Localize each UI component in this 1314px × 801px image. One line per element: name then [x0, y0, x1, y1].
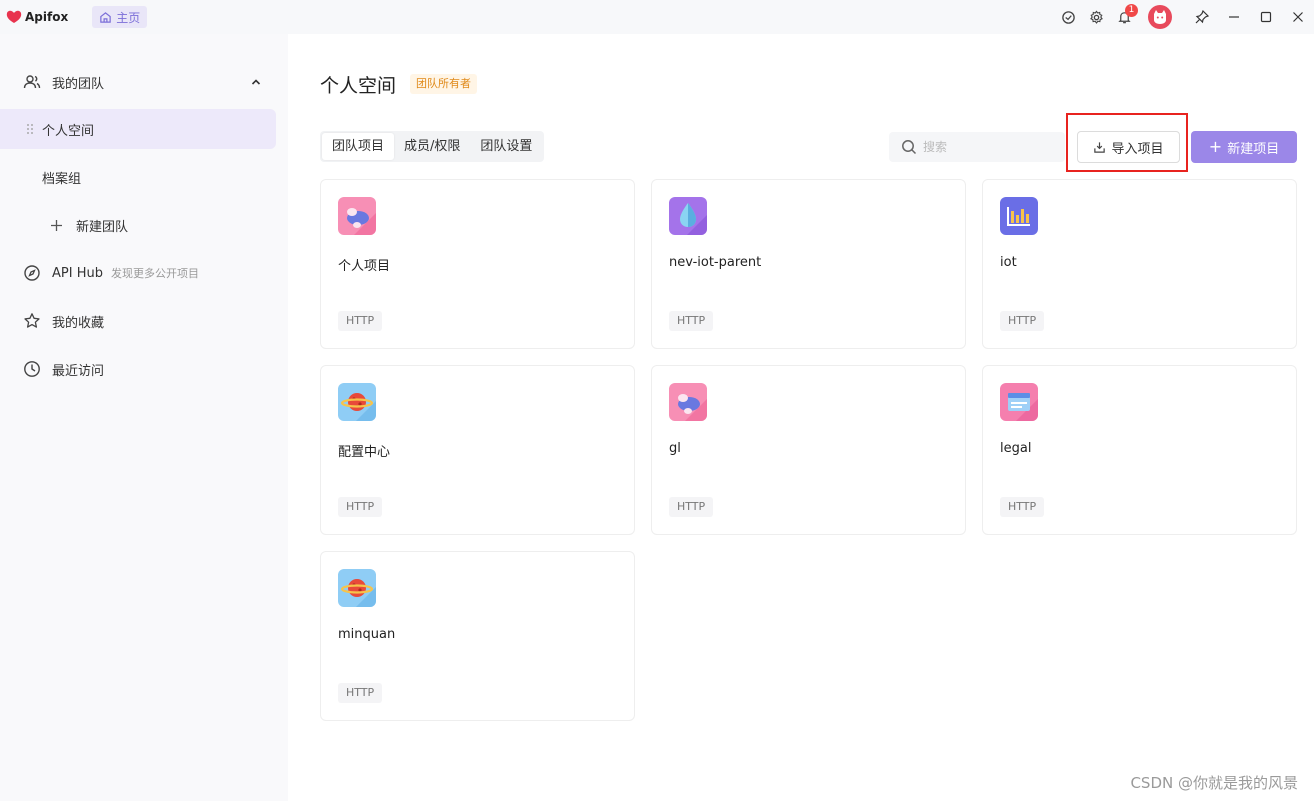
project-card[interactable]: 配置中心 HTTP [320, 365, 635, 535]
avatar[interactable] [1148, 5, 1172, 29]
new-button-label: 新建项目 [1227, 141, 1280, 157]
minimize-button[interactable] [1218, 0, 1250, 34]
sidebar-item-personal-space[interactable]: 个人空间 [0, 109, 276, 149]
gear-icon [1089, 9, 1103, 24]
planet-icon [338, 383, 376, 421]
sidebar-item-label: API Hub [52, 265, 103, 281]
sync-icon [1061, 10, 1075, 24]
users-icon [22, 72, 42, 92]
project-name: nev-iot-parent [669, 255, 762, 270]
chevron-up-icon [251, 79, 261, 85]
sidebar-item-sublabel: 发现更多公开项目 [110, 267, 199, 280]
maximize-button[interactable] [1250, 0, 1282, 34]
project-card[interactable]: iot HTTP [982, 179, 1297, 349]
drop-icon [669, 197, 707, 235]
page-title: 个人空间 [320, 75, 397, 97]
planet-icon [338, 569, 376, 607]
title-bar: Apifox 主页 1 [0, 0, 1314, 34]
search-icon [902, 140, 917, 155]
annotation-highlight-box [1066, 113, 1188, 172]
plus-icon [51, 219, 62, 231]
sidebar-item-label: 个人空间 [42, 123, 95, 139]
sidebar-item-new-team[interactable]: 新建团队 [0, 205, 276, 245]
tab-team-projects[interactable]: 团队项目 [322, 133, 395, 160]
project-card[interactable]: legal HTTP [982, 365, 1297, 535]
drag-handle-icon [27, 124, 33, 134]
sync-button[interactable] [1054, 3, 1082, 31]
star-icon [22, 311, 42, 331]
plus-icon: + [1208, 137, 1223, 156]
chart-icon [1000, 197, 1038, 235]
project-card[interactable]: 个人项目 HTTP [320, 179, 635, 349]
minimize-icon [1229, 16, 1239, 18]
app-name: Apifox [25, 10, 69, 24]
sidebar: 我的团队 个人空间 档案组 新建团队 API Hub 发现更多公开项目 我的收藏… [0, 34, 288, 801]
project-tabs: 团队项目 成员/权限 团队设置 [320, 131, 545, 162]
close-button[interactable] [1282, 0, 1314, 34]
sidebar-item-archive-group[interactable]: 档案组 [0, 157, 276, 197]
apifox-logo-icon [6, 10, 22, 23]
sidebar-item-api-hub[interactable]: API Hub 发现更多公开项目 [0, 253, 276, 293]
project-name: 配置中心 [338, 445, 391, 460]
close-icon [1293, 12, 1303, 22]
owner-badge: 团队所有者 [410, 74, 477, 94]
project-card[interactable]: nev-iot-parent HTTP [651, 179, 966, 349]
watermark: CSDN @你就是我的风景 [1130, 774, 1298, 792]
sidebar-item-recent[interactable]: 最近访问 [0, 349, 276, 389]
project-name: legal [1000, 441, 1032, 456]
project-type-tag: HTTP [1000, 311, 1045, 331]
project-type-tag: HTTP [1000, 497, 1045, 517]
tab-team-settings[interactable]: 团队设置 [470, 133, 542, 160]
sidebar-item-label: 档案组 [42, 171, 82, 187]
pin-icon [1195, 10, 1209, 24]
maximize-icon [1260, 11, 1272, 23]
new-project-button[interactable]: + 新建项目 [1191, 131, 1297, 163]
compass-icon [22, 263, 42, 283]
project-type-tag: HTTP [669, 311, 714, 331]
cloud-icon [669, 383, 707, 421]
clock-icon [22, 359, 42, 379]
tab-members-permissions[interactable]: 成员/权限 [394, 133, 470, 160]
settings-button[interactable] [1082, 3, 1110, 31]
sidebar-item-favorites[interactable]: 我的收藏 [0, 301, 276, 341]
sidebar-item-label: 最近访问 [52, 363, 105, 379]
project-name: minquan [338, 627, 396, 642]
search-box[interactable] [889, 132, 1065, 162]
cloud-icon [338, 197, 376, 235]
project-name: 个人项目 [338, 259, 391, 274]
home-icon [100, 11, 111, 23]
sidebar-group-label: 我的团队 [52, 76, 105, 92]
search-input[interactable] [923, 140, 1053, 154]
pin-button[interactable] [1186, 0, 1218, 34]
project-card[interactable]: gl HTTP [651, 365, 966, 535]
project-type-tag: HTTP [338, 683, 383, 703]
project-name: gl [669, 441, 681, 456]
project-card[interactable]: minquan HTTP [320, 551, 635, 721]
tab-home[interactable]: 主页 [92, 6, 148, 28]
notification-badge: 1 [1125, 4, 1138, 17]
sidebar-group-my-teams[interactable]: 我的团队 [0, 68, 276, 96]
project-type-tag: HTTP [669, 497, 714, 517]
card-icon [1000, 383, 1038, 421]
cat-avatar-icon [1154, 10, 1166, 24]
sidebar-item-label: 新建团队 [76, 219, 129, 235]
home-tab-label: 主页 [116, 10, 141, 25]
project-name: iot [1000, 255, 1017, 270]
app-logo: Apifox [6, 10, 68, 24]
project-type-tag: HTTP [338, 497, 383, 517]
project-type-tag: HTTP [338, 311, 383, 331]
notification-button[interactable]: 1 [1110, 3, 1138, 31]
sidebar-item-label: 我的收藏 [52, 315, 105, 331]
